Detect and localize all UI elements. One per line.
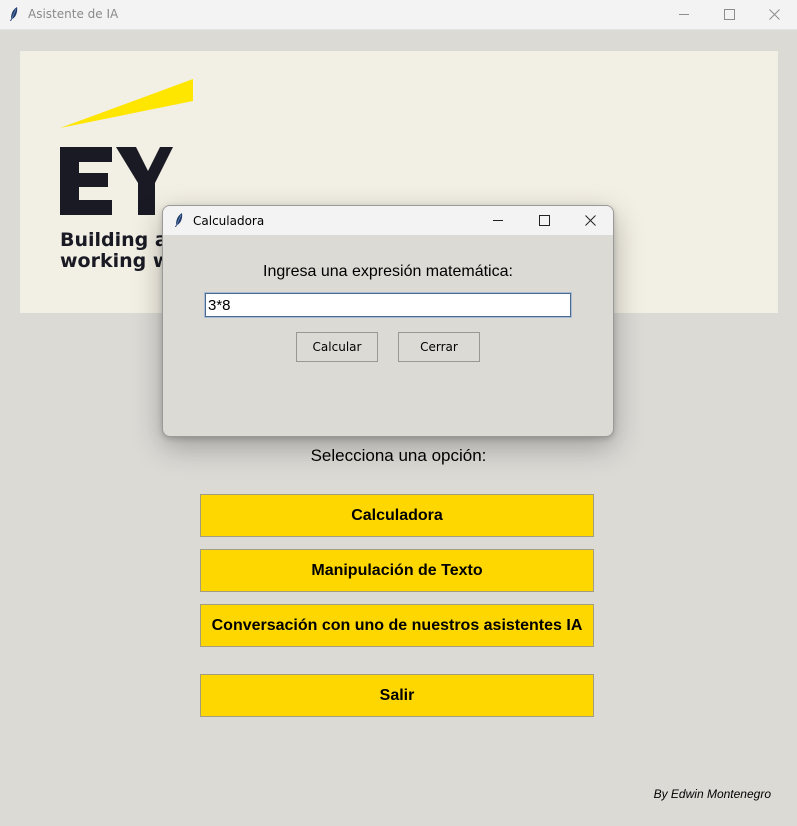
ey-logo <box>60 79 193 215</box>
ai-assistant-chat-button[interactable]: Conversación con uno de nuestros asisten… <box>200 604 594 647</box>
calculator-button[interactable]: Calculadora <box>200 494 594 537</box>
maximize-icon <box>538 215 550 226</box>
close-icon <box>768 9 780 20</box>
minimize-button[interactable] <box>661 0 707 29</box>
close-button[interactable] <box>751 0 797 29</box>
text-manipulation-button[interactable]: Manipulación de Texto <box>200 549 594 592</box>
prompt-label: Selecciona una opción: <box>310 446 487 465</box>
dialog-maximize-button[interactable] <box>521 206 567 235</box>
expression-input[interactable] <box>204 292 572 318</box>
feather-icon <box>175 213 183 227</box>
expression-label: Ingresa una expresión matemática: <box>263 263 513 280</box>
main-titlebar: Asistente de IA <box>0 0 797 30</box>
dialog-titlebar: Calculadora <box>163 206 613 235</box>
maximize-icon <box>723 9 735 20</box>
feather-icon <box>10 7 18 21</box>
dialog-cancel-button[interactable]: Cerrar <box>398 332 480 362</box>
dialog-minimize-button[interactable] <box>475 206 521 235</box>
exit-button[interactable]: Salir <box>200 674 594 717</box>
calculate-button[interactable]: Calcular <box>296 332 378 362</box>
minimize-icon <box>493 220 503 221</box>
maximize-button[interactable] <box>706 0 752 29</box>
main-window: Asistente de IA Building a better workin… <box>0 0 797 826</box>
dialog-close-button[interactable] <box>567 206 613 235</box>
minimize-icon <box>679 14 689 15</box>
window-title: Asistente de IA <box>28 7 119 21</box>
dialog-title: Calculadora <box>193 214 265 228</box>
calculator-dialog: Calculadora Ingresa una expresión matemá… <box>162 205 614 437</box>
close-icon <box>584 215 596 226</box>
author-credit: By Edwin Montenegro <box>653 787 771 801</box>
